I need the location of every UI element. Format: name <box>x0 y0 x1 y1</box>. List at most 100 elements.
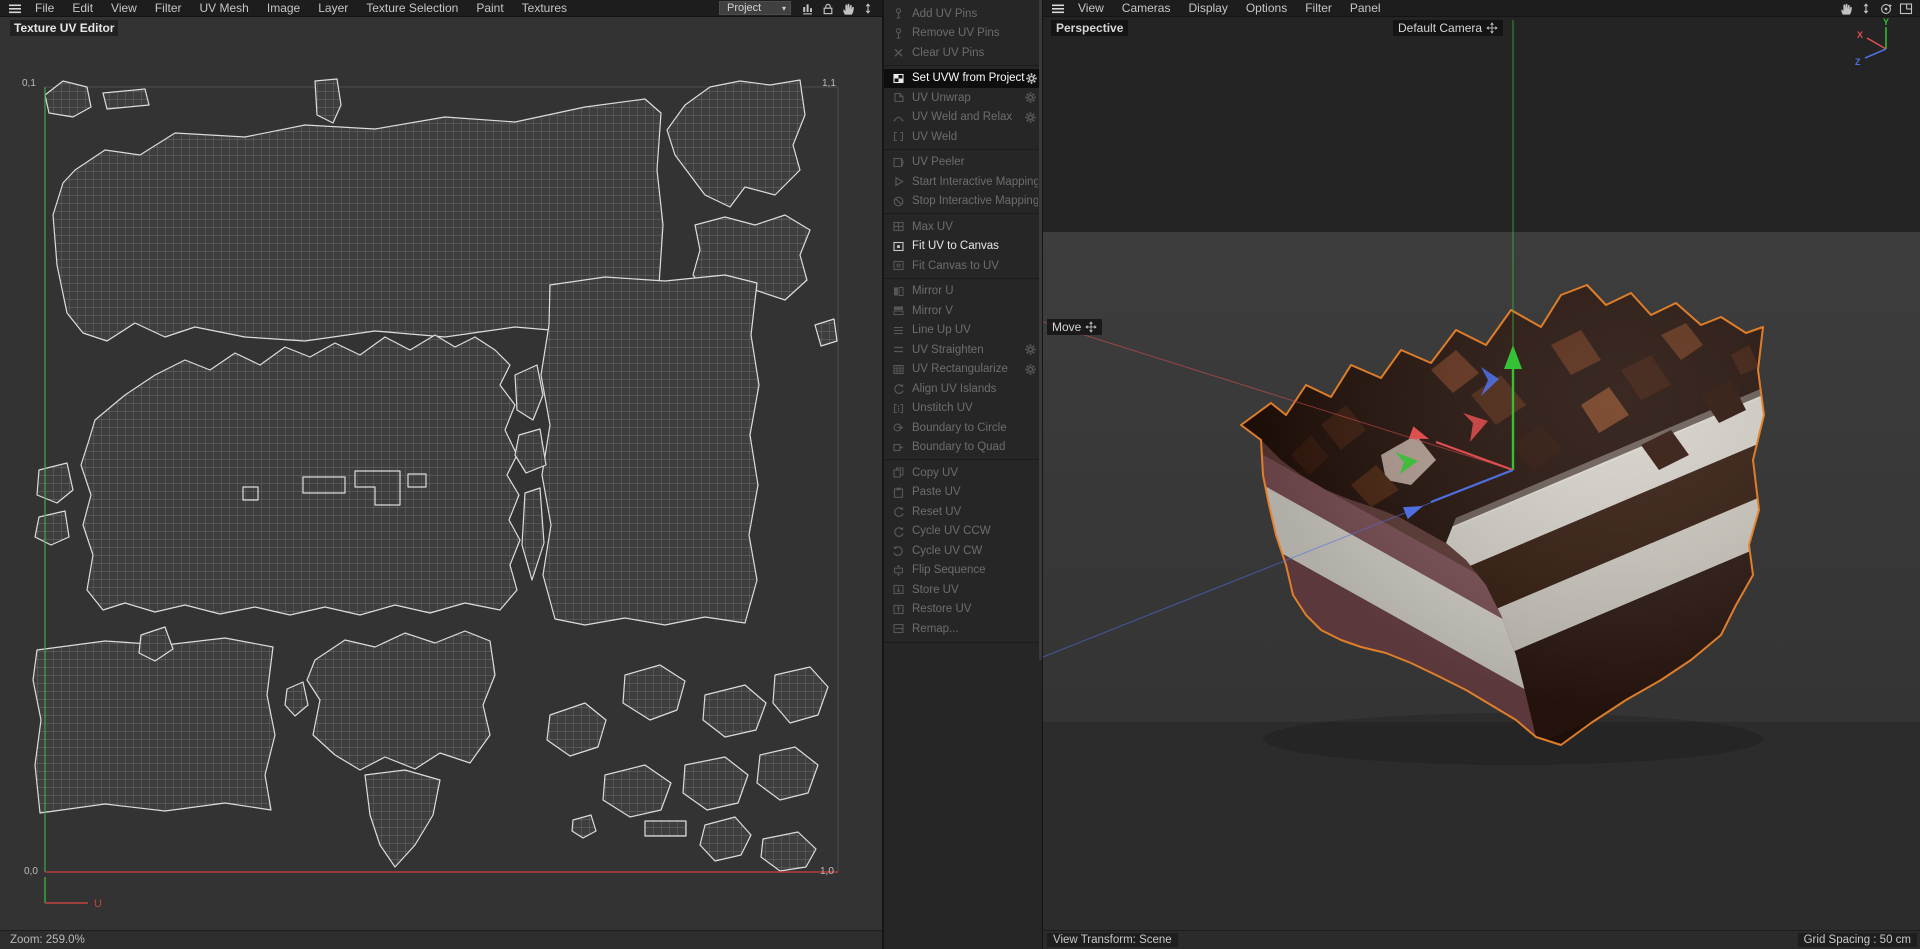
panel-title: Texture UV Editor <box>10 20 118 36</box>
command-options-gear-icon[interactable] <box>1023 91 1038 104</box>
uv-command-unstitch-uv: Unstitch UV <box>884 399 1042 419</box>
toggle-view-layout-icon[interactable] <box>1898 1 1914 16</box>
uv-corner-bottom-left: 0,0 <box>24 866 38 877</box>
uv-command-flip-sequence: Flip Sequence <box>884 561 1042 581</box>
hamburger-menu-icon[interactable] <box>8 2 22 15</box>
svg-text:X: X <box>1857 30 1863 40</box>
grid-spacing-label: Grid Spacing : 50 cm <box>1798 933 1917 947</box>
uv-command-cycle-uv-cw: Cycle UV CW <box>884 541 1042 561</box>
uv-commands-panel: Add UV PinsRemove UV PinsClear UV PinsSe… <box>882 0 1042 949</box>
uv-command-mirror-v: Mirror V <box>884 301 1042 321</box>
viewport-menu-panel[interactable]: Panel <box>1341 0 1390 17</box>
line-up-icon <box>890 323 906 337</box>
copy-icon <box>890 466 906 480</box>
command-options-gear-icon[interactable] <box>1023 343 1038 356</box>
viewport-menu-view[interactable]: View <box>1069 0 1113 17</box>
reset-icon <box>890 505 906 519</box>
restore-icon <box>890 602 906 616</box>
unstitch-icon <box>890 401 906 415</box>
separator <box>884 276 1042 282</box>
viewport-panel: ViewCamerasDisplayOptionsFilterPanel <box>1042 0 1920 949</box>
viewport-menu-cameras[interactable]: Cameras <box>1113 0 1180 17</box>
straighten-icon <box>890 343 906 357</box>
uv-command-set-uvw-from-projection[interactable]: Set UVW from Projection <box>884 69 1042 89</box>
svg-text:Y: Y <box>1883 17 1889 27</box>
pan-hand-icon[interactable] <box>840 1 856 16</box>
uv-commands-list: Add UV PinsRemove UV PinsClear UV PinsSe… <box>884 0 1042 643</box>
menu-uv-mesh[interactable]: UV Mesh <box>191 0 258 17</box>
viewport-nav-toolbar <box>1838 1 1914 16</box>
ban-icon <box>890 194 906 208</box>
viewport-menu-display[interactable]: Display <box>1179 0 1236 17</box>
uv-command-uv-weld-and-relax: UV Weld and Relax <box>884 108 1042 128</box>
menu-textures[interactable]: Textures <box>513 0 576 17</box>
uv-command-cycle-uv-ccw: Cycle UV CCW <box>884 522 1042 542</box>
uv-axis-widget: U <box>38 876 110 910</box>
menu-image[interactable]: Image <box>258 0 309 17</box>
uv-corner-top-left: 0,1 <box>22 78 36 89</box>
uv-command-uv-straighten: UV Straighten <box>884 340 1042 360</box>
uv-command-start-interactive-mapping: Start Interactive Mapping <box>884 172 1042 192</box>
uv-command-copy-uv: Copy UV <box>884 463 1042 483</box>
rectangularize-icon <box>890 362 906 376</box>
uv-command-uv-unwrap: UV Unwrap <box>884 88 1042 108</box>
lock-icon[interactable] <box>820 1 836 16</box>
weld-relax-icon <box>890 110 906 124</box>
bodypaint-uv-window: FileEditViewFilterUV MeshImageLayerTextu… <box>0 0 1920 949</box>
mirror-u-icon <box>890 284 906 298</box>
project-dropdown-value: Project <box>727 2 761 14</box>
cycle-ccw-icon <box>890 524 906 538</box>
uv-statusbar: Zoom: 259.0% <box>0 930 882 949</box>
max-uv-icon <box>890 220 906 234</box>
weld-icon <box>890 130 906 144</box>
uv-command-uv-weld: UV Weld <box>884 127 1042 147</box>
uv-command-uv-rectangularize: UV Rectangularize <box>884 360 1042 380</box>
svg-text:U: U <box>94 898 102 910</box>
view-mode-label[interactable]: Perspective <box>1051 20 1128 36</box>
menu-layer[interactable]: Layer <box>309 0 357 17</box>
viewport-menu: ViewCamerasDisplayOptionsFilterPanel <box>1069 0 1390 17</box>
hamburger-menu-icon[interactable] <box>1051 2 1065 15</box>
menu-texture-selection[interactable]: Texture Selection <box>357 0 467 17</box>
uv-command-restore-uv: Restore UV <box>884 600 1042 620</box>
command-options-gear-icon[interactable] <box>1023 111 1038 124</box>
command-options-gear-icon[interactable] <box>1025 72 1038 85</box>
chevron-down-icon: ▾ <box>772 4 786 13</box>
uv-command-fit-uv-to-canvas[interactable]: Fit UV to Canvas <box>884 237 1042 257</box>
unwrap-icon <box>890 91 906 105</box>
uv-command-mirror-u: Mirror U <box>884 282 1042 302</box>
menu-edit[interactable]: Edit <box>63 0 102 17</box>
zoom-dolly-icon[interactable] <box>860 1 876 16</box>
menu-paint[interactable]: Paint <box>467 0 512 17</box>
fit-canvas-icon <box>890 239 906 253</box>
3d-viewport[interactable]: Y X Z Perspective Default Camera Move <box>1043 17 1920 930</box>
menu-filter[interactable]: Filter <box>146 0 191 17</box>
orbit-rotate-icon[interactable] <box>1878 1 1894 16</box>
uv-command-align-uv-islands: Align UV Islands <box>884 379 1042 399</box>
svg-text:Z: Z <box>1855 57 1861 67</box>
boundary-circle-icon <box>890 421 906 435</box>
uv-command-fit-canvas-to-uv: Fit Canvas to UV <box>884 256 1042 276</box>
viewport-menu-options[interactable]: Options <box>1237 0 1296 17</box>
zoom-dolly-icon[interactable] <box>1858 1 1874 16</box>
project-dropdown[interactable]: Project ▾ <box>719 1 791 15</box>
command-options-gear-icon[interactable] <box>1023 363 1038 376</box>
menu-file[interactable]: File <box>26 0 63 17</box>
histogram-icon[interactable] <box>800 1 816 16</box>
separator <box>884 211 1042 217</box>
viewport-render: Y X Z <box>1043 17 1920 930</box>
uv-command-reset-uv: Reset UV <box>884 502 1042 522</box>
uv-command-boundary-to-circle: Boundary to Circle <box>884 418 1042 438</box>
uv-islands-map[interactable] <box>45 75 838 872</box>
pan-hand-icon[interactable] <box>1838 1 1854 16</box>
uv-command-paste-uv: Paste UV <box>884 483 1042 503</box>
menu-view[interactable]: View <box>102 0 146 17</box>
viewport-menu-filter[interactable]: Filter <box>1296 0 1341 17</box>
uv-canvas[interactable]: 0,1 1,1 0,0 1,0 U <box>0 17 882 930</box>
camera-label[interactable]: Default Camera <box>1393 20 1503 36</box>
uv-corner-bottom-right: 1,0 <box>820 866 834 877</box>
uv-command-clear-uv-pins: Clear UV Pins <box>884 43 1042 63</box>
uv-command-max-uv: Max UV <box>884 217 1042 237</box>
cycle-cw-icon <box>890 544 906 558</box>
uv-command-store-uv: Store UV <box>884 580 1042 600</box>
